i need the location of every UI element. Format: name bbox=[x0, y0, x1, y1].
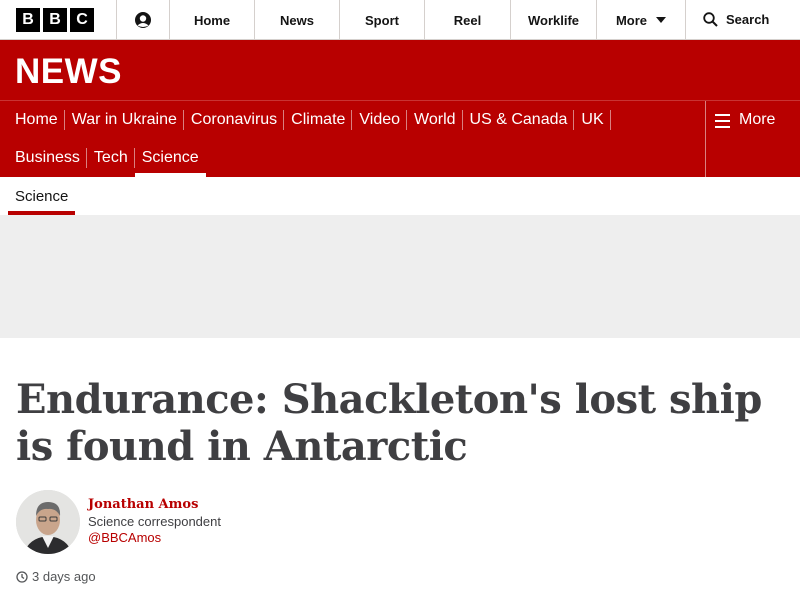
section-nav-uk[interactable]: UK bbox=[574, 101, 611, 139]
section-nav-row: Home War in Ukraine Coronavirus Climate … bbox=[8, 101, 611, 139]
account-icon bbox=[135, 12, 151, 28]
section-nav-coronavirus[interactable]: Coronavirus bbox=[184, 101, 285, 139]
section-nav-tech[interactable]: Tech bbox=[87, 139, 135, 177]
topnav-sport[interactable]: Sport bbox=[340, 0, 425, 40]
search-label: Search bbox=[726, 12, 770, 27]
topnav-reel[interactable]: Reel bbox=[425, 0, 511, 40]
section-nav-business[interactable]: Business bbox=[8, 139, 87, 177]
byline: Jonathan Amos Science correspondent @BBC… bbox=[88, 496, 221, 546]
section-nav-us-canada[interactable]: US & Canada bbox=[463, 101, 575, 139]
advert-placeholder bbox=[0, 215, 800, 338]
author-name[interactable]: Jonathan Amos bbox=[88, 496, 221, 513]
logo-block: B bbox=[16, 8, 40, 32]
section-nav-video[interactable]: Video bbox=[352, 101, 407, 139]
section-nav-row: Business Tech Science bbox=[8, 139, 206, 177]
author-photo bbox=[16, 490, 80, 554]
chevron-down-icon bbox=[656, 17, 667, 23]
section-nav-science[interactable]: Science bbox=[134, 139, 206, 177]
sub-nav: Science bbox=[0, 177, 800, 215]
news-banner: NEWS bbox=[0, 40, 800, 100]
topnav-more-label: More bbox=[615, 12, 648, 28]
section-nav-more-label: More bbox=[739, 111, 776, 128]
search-icon bbox=[703, 12, 718, 27]
topnav-worklife[interactable]: Worklife bbox=[511, 0, 597, 40]
section-nav-world[interactable]: World bbox=[407, 101, 463, 139]
menu-icon bbox=[715, 114, 730, 132]
logo-block: B bbox=[43, 8, 67, 32]
timestamp-text: 3 days ago bbox=[32, 569, 96, 584]
search-button[interactable]: Search bbox=[686, 0, 800, 39]
global-nav: B B C Home News Sport Reel Worklife More… bbox=[0, 0, 800, 40]
article-headline: Endurance: Shackleton's lost ship is fou… bbox=[16, 376, 762, 470]
logo-block: C bbox=[70, 8, 94, 32]
account-button[interactable] bbox=[117, 0, 170, 40]
news-logo[interactable]: NEWS bbox=[15, 52, 122, 92]
topnav-home[interactable]: Home bbox=[170, 0, 255, 40]
section-nav-climate[interactable]: Climate bbox=[284, 101, 353, 139]
author-twitter-link[interactable]: @BBCAmos bbox=[88, 530, 221, 546]
author-avatar bbox=[16, 490, 80, 554]
sub-nav-science[interactable]: Science bbox=[8, 177, 76, 215]
topnav-more-button[interactable]: More bbox=[597, 0, 686, 40]
topnav-news[interactable]: News bbox=[255, 0, 340, 40]
article-timestamp: 3 days ago bbox=[16, 569, 96, 584]
clock-icon bbox=[16, 570, 28, 583]
section-nav-more-button[interactable]: More bbox=[705, 101, 800, 177]
section-nav: Home War in Ukraine Coronavirus Climate … bbox=[0, 100, 800, 177]
section-nav-war-in-ukraine[interactable]: War in Ukraine bbox=[65, 101, 185, 139]
section-nav-home[interactable]: Home bbox=[8, 101, 65, 139]
bbc-logo[interactable]: B B C bbox=[0, 0, 117, 40]
author-role: Science correspondent bbox=[88, 514, 221, 529]
